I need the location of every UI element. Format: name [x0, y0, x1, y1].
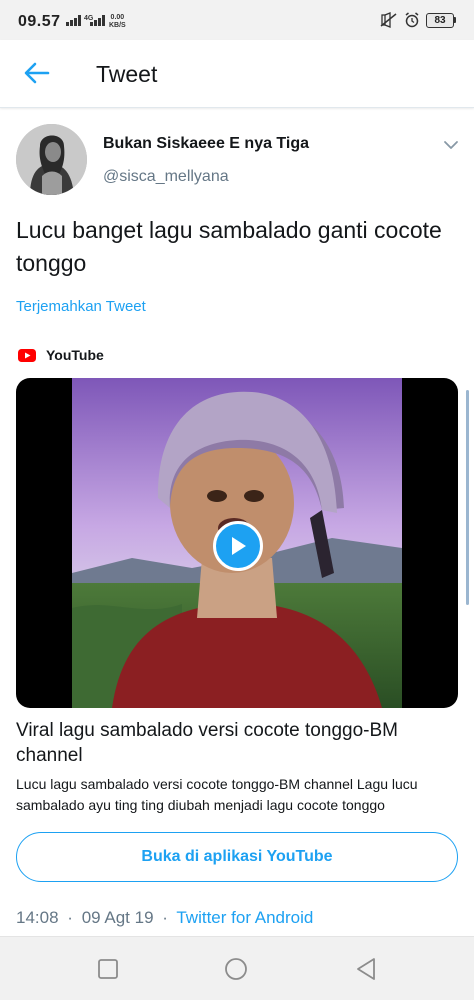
back-nav-button[interactable]	[354, 957, 378, 981]
signal-icon	[90, 15, 105, 26]
tweet-meta: 14:08 · 09 Agt 19 · Twitter for Android	[16, 908, 313, 928]
play-button[interactable]	[213, 521, 263, 571]
mute-icon	[380, 12, 397, 28]
app-header: Tweet	[0, 40, 474, 108]
card-source: YouTube	[18, 347, 104, 363]
alarm-icon	[405, 12, 419, 28]
status-icons: 83	[380, 12, 456, 28]
avatar-image	[16, 124, 87, 195]
card-source-name: YouTube	[46, 347, 104, 363]
card-title[interactable]: Viral lagu sambalado versi cocote tonggo…	[16, 718, 456, 768]
translate-link[interactable]: Terjemahkan Tweet	[16, 298, 146, 315]
author-handle[interactable]: @sisca_mellyana	[103, 168, 229, 186]
home-button[interactable]	[224, 957, 248, 981]
open-in-youtube-button[interactable]: Buka di aplikasi YouTube	[16, 832, 458, 882]
author-name[interactable]: Bukan Siskaeee E nya Tiga	[103, 135, 309, 153]
meta-separator: ·	[162, 908, 168, 927]
meta-separator: ·	[67, 908, 73, 927]
chevron-down-icon[interactable]	[441, 138, 461, 152]
speed-value: 0.00	[110, 14, 125, 21]
signal-icon	[66, 15, 81, 26]
battery-level: 83	[426, 12, 454, 28]
arrow-left-icon	[24, 62, 50, 84]
status-time: 09.57	[18, 13, 61, 30]
scrollbar[interactable]	[466, 390, 469, 605]
card-description: Lucu lagu sambalado versi cocote tonggo-…	[16, 776, 418, 813]
play-icon	[232, 537, 246, 555]
tweet-time: 14:08	[16, 908, 59, 927]
battery-icon: 83	[426, 12, 456, 28]
tweet-client-link[interactable]: Twitter for Android	[176, 908, 313, 927]
avatar[interactable]	[16, 124, 87, 195]
page-title: Tweet	[96, 61, 158, 87]
back-button[interactable]	[22, 58, 52, 88]
tweet-date: 09 Agt 19	[81, 908, 154, 927]
status-bar: 09.57 4G 0.00 KB/S 83	[0, 0, 474, 40]
tweet-text: Lucu banget lagu sambalado ganti cocote …	[16, 217, 442, 276]
system-nav-bar	[0, 936, 474, 1000]
recents-button[interactable]	[96, 957, 120, 981]
youtube-icon	[18, 348, 36, 362]
video-player[interactable]	[16, 378, 458, 708]
network-speed: 0.00 KB/S	[109, 14, 126, 30]
speed-unit: KB/S	[109, 22, 126, 29]
